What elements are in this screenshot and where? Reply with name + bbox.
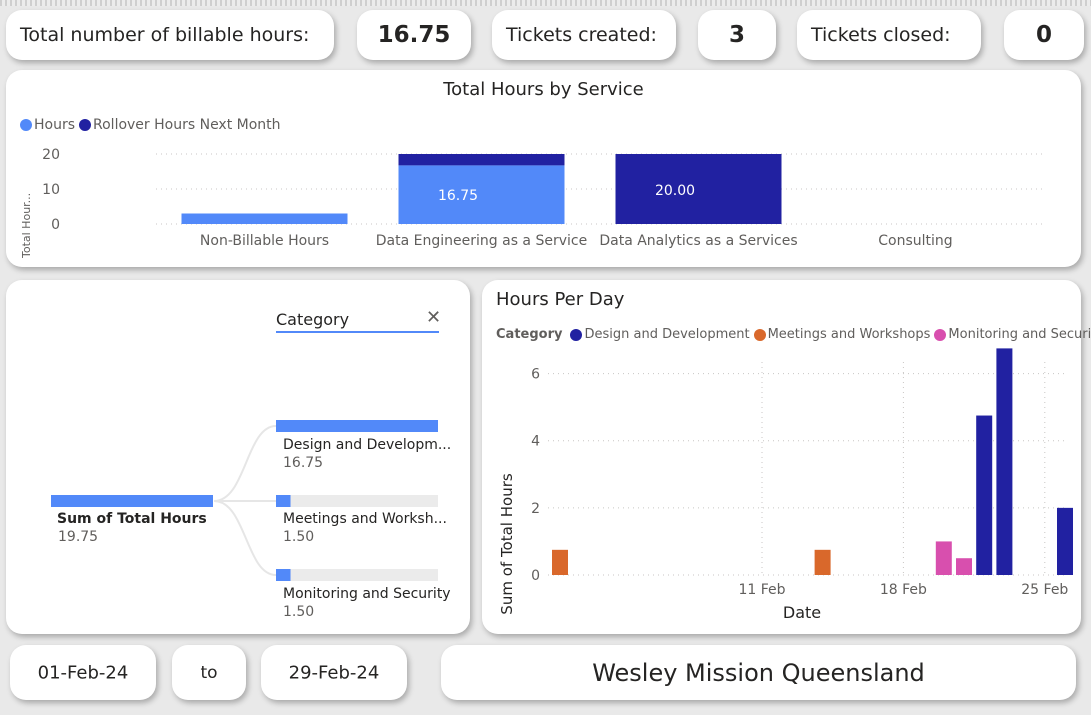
service-x-tick-label: Consulting: [878, 233, 952, 249]
tickets-closed-value: 0: [1035, 22, 1052, 48]
organization-card: Wesley Mission Queensland: [441, 645, 1076, 700]
day-x-axis-label: Date: [783, 603, 821, 622]
tree-connector-monitoring: [213, 500, 277, 576]
day-bar-meetings-and-workshops-2024-02-14[interactable]: [814, 549, 831, 575]
service-chart-plot: Total Hour... 0 10 20 Non-Billable Hours Da…: [20, 147, 1046, 259]
service-bar-hours-non-billable-hours[interactable]: [181, 213, 348, 225]
tree-node-label-meetings: Meetings and Worksh...: [283, 511, 447, 527]
tickets-created-label-card: Tickets created:: [492, 10, 676, 60]
tickets-created-value: 3: [728, 22, 745, 48]
service-bar-rollover-hours-next-month-data-analytics-as-a-services[interactable]: [615, 154, 782, 224]
day-y-tick-label: 4: [531, 434, 540, 450]
day-x-tick-label: 18 Feb: [880, 582, 927, 598]
service-y-tick-label: 10: [42, 182, 60, 198]
billable-hours-value: 16.75: [377, 22, 451, 48]
root-value: 19.75: [58, 529, 99, 545]
day-bar-design-and-development-2024-02-26[interactable]: [1057, 507, 1073, 575]
day-x-tick-label: 25 Feb: [1021, 582, 1068, 598]
day-bar-design-and-development-2024-02-22[interactable]: [976, 415, 993, 575]
date-to-label-card: to: [172, 645, 246, 700]
hours-per-day-card: Hours Per Day Category Design and Develo…: [482, 280, 1091, 634]
date-to-card[interactable]: 29-Feb-24: [261, 645, 407, 700]
tree-node-bar-0[interactable]: [276, 420, 438, 432]
service-y-tick-label: 20: [42, 147, 60, 163]
tickets-closed-value-card: 0: [1004, 10, 1084, 60]
root-label: Sum of Total Hours: [57, 511, 207, 527]
tree-node-bar-1[interactable]: [276, 495, 291, 507]
day-bar-design-and-development-2024-02-23[interactable]: [996, 348, 1013, 575]
tree-connector-design: [213, 425, 277, 502]
hours-per-day-plot: Sum of Total Hours Date 0 2 4 6 11 Feb 18 Fe…: [498, 348, 1073, 622]
tree-node-track-1: [276, 495, 438, 507]
tree-node-track-2: [276, 569, 438, 581]
tree-node-value-monitoring: 1.50: [283, 604, 315, 620]
service-data-label-engineering: 16.75: [438, 188, 478, 204]
day-bar-monitoring-and-security-2024-02-21[interactable]: [956, 558, 972, 575]
service-y-tick-label: 0: [51, 217, 60, 233]
day-y-tick-label: 0: [531, 568, 540, 584]
date-to-label: to: [200, 662, 218, 683]
tickets-closed-label: Tickets closed:: [811, 24, 951, 46]
tree-node-bar-2[interactable]: [276, 569, 291, 581]
date-to[interactable]: 29-Feb-24: [261, 662, 407, 683]
tree-node-value-design: 16.75: [283, 455, 324, 471]
decomposition-tree-card: Category ✕ Sum of Total Hours 19.75 Desi…: [6, 280, 470, 634]
date-from-card[interactable]: 01-Feb-24: [10, 645, 156, 700]
tree-node-label-design: Design and Developm...: [283, 437, 452, 453]
day-y-tick-label: 2: [531, 501, 540, 517]
tickets-created-value-card: 3: [698, 10, 776, 60]
organization-name: Wesley Mission Queensland: [592, 658, 925, 687]
service-bar-hours-data-engineering-as-a-service[interactable]: [398, 165, 565, 224]
day-x-tick-label: 11 Feb: [738, 582, 785, 598]
day-y-tick-label: 6: [531, 367, 540, 383]
service-bar-rollover-hours-next-month-data-engineering-as-a-service[interactable]: [398, 154, 565, 166]
day-bar-meetings-and-workshops-2024-02-01[interactable]: [552, 549, 568, 575]
day-y-axis-label: Sum of Total Hours: [498, 473, 516, 615]
service-x-tick-label: Data Engineering as a Service: [376, 233, 587, 249]
root-bar[interactable]: [51, 495, 213, 507]
top-border-strip: [0, 0, 1091, 6]
service-y-axis-label: Total Hour...: [20, 193, 33, 259]
billable-hours-value-card: 16.75: [357, 10, 471, 60]
tree-node-label-monitoring: Monitoring and Security: [283, 586, 451, 602]
service-x-tick-label: Data Analytics as a Services: [599, 233, 797, 249]
tickets-created-label: Tickets created:: [506, 24, 657, 46]
billable-hours-label: Total number of billable hours:: [20, 24, 310, 46]
day-bar-monitoring-and-security-2024-02-20[interactable]: [935, 541, 952, 575]
service-x-tick-label: Non-Billable Hours: [200, 233, 329, 249]
decomposition-tree-plot: [51, 420, 438, 581]
tickets-closed-label-card: Tickets closed:: [797, 10, 981, 60]
date-from[interactable]: 01-Feb-24: [10, 662, 156, 683]
billable-hours-label-card: Total number of billable hours:: [6, 10, 334, 60]
service-data-label-analytics: 20.00: [655, 183, 695, 199]
tree-node-value-meetings: 1.50: [283, 529, 315, 545]
service-chart-card: Total Hours by Service Hours Rollover Ho…: [6, 70, 1081, 267]
